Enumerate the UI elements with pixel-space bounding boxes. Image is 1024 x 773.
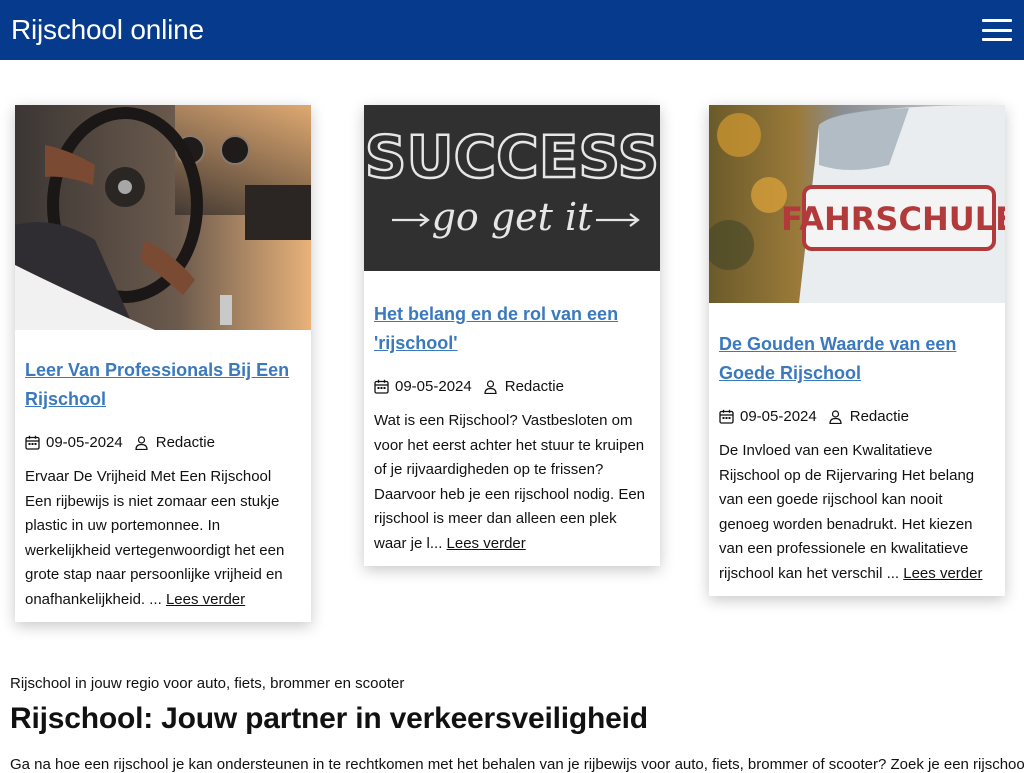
post-title-link[interactable]: De Gouden Waarde van een Goede Rijschool — [719, 334, 956, 383]
success-chalkboard-photo[interactable]: SUCCESS go get it — [364, 105, 660, 271]
svg-text:go get it: go get it — [432, 195, 594, 239]
svg-text:SUCCESS: SUCCESS — [365, 123, 660, 191]
fahrschule-illustration: FAHRSCHULE — [709, 105, 1005, 303]
post-author: Redactie — [849, 408, 909, 425]
steering-wheel-photo[interactable] — [15, 105, 311, 330]
section-heading: Rijschool: Jouw partner in verkeersveili… — [10, 702, 648, 735]
user-icon — [135, 435, 148, 450]
post-title-link[interactable]: Leer Van Professionals Bij Een Rijschool — [25, 360, 289, 409]
post-body: De Gouden Waarde van een Goede Rijschool… — [709, 330, 1005, 596]
chalkboard-illustration: SUCCESS go get it — [364, 105, 660, 271]
post-excerpt-text: De Invloed van een Kwalitatieve Rijschoo… — [719, 442, 975, 582]
menu-bar — [982, 28, 1012, 32]
post-title: Het belang en de rol van een 'rijschool' — [374, 300, 650, 358]
site-header: Rijschool online — [0, 0, 1024, 60]
hamburger-menu-icon[interactable] — [982, 19, 1014, 41]
calendar-icon — [374, 379, 389, 394]
menu-bar — [982, 38, 1012, 41]
fahrschule-car-photo[interactable]: FAHRSCHULE — [709, 105, 1005, 303]
user-icon — [829, 409, 842, 424]
calendar-icon — [25, 435, 40, 450]
read-more-link[interactable]: Lees verder — [447, 535, 526, 552]
post-excerpt-text: Ervaar De Vrijheid Met Een Rijschool Een… — [25, 468, 285, 608]
post-body: Leer Van Professionals Bij Een Rijschool… — [15, 356, 311, 622]
post-date: 09-05-2024 — [46, 434, 123, 451]
post-card: Leer Van Professionals Bij Een Rijschool… — [15, 105, 311, 622]
post-meta: 09-05-2024 Redactie — [374, 378, 650, 395]
menu-bar — [982, 19, 1012, 22]
post-excerpt: Ervaar De Vrijheid Met Een Rijschool Een… — [25, 465, 301, 622]
svg-text:FAHRSCHULE: FAHRSCHULE — [781, 200, 1005, 238]
site-title-link[interactable]: Rijschool online — [11, 14, 204, 46]
post-meta: 09-05-2024 Redactie — [719, 408, 995, 425]
read-more-link[interactable]: Lees verder — [166, 591, 245, 608]
post-card: FAHRSCHULE De Gouden Waarde van een Goed… — [709, 105, 1005, 596]
post-author: Redactie — [504, 378, 564, 395]
post-body: Het belang en de rol van een 'rijschool'… — [364, 300, 660, 566]
post-title-link[interactable]: Het belang en de rol van een 'rijschool' — [374, 304, 618, 353]
user-icon — [484, 379, 497, 394]
post-title: Leer Van Professionals Bij Een Rijschool — [25, 356, 301, 414]
section-intro: Ga na hoe een rijschool je kan ondersteu… — [10, 756, 1024, 773]
post-card: SUCCESS go get it Het belang en de rol v… — [364, 105, 660, 566]
post-meta: 09-05-2024 Redactie — [25, 434, 301, 451]
post-date: 09-05-2024 — [395, 378, 472, 395]
steering-wheel-illustration — [15, 105, 311, 330]
read-more-link[interactable]: Lees verder — [903, 565, 982, 582]
post-excerpt-text: Wat is een Rijschool? Vastbesloten om vo… — [374, 412, 646, 552]
post-date: 09-05-2024 — [740, 408, 817, 425]
calendar-icon — [719, 409, 734, 424]
post-excerpt: De Invloed van een Kwalitatieve Rijschoo… — [719, 439, 995, 596]
post-excerpt: Wat is een Rijschool? Vastbesloten om vo… — [374, 409, 650, 566]
post-title: De Gouden Waarde van een Goede Rijschool — [719, 330, 995, 388]
post-author: Redactie — [155, 434, 215, 451]
section-tagline: Rijschool in jouw regio voor auto, fiets… — [10, 675, 405, 692]
